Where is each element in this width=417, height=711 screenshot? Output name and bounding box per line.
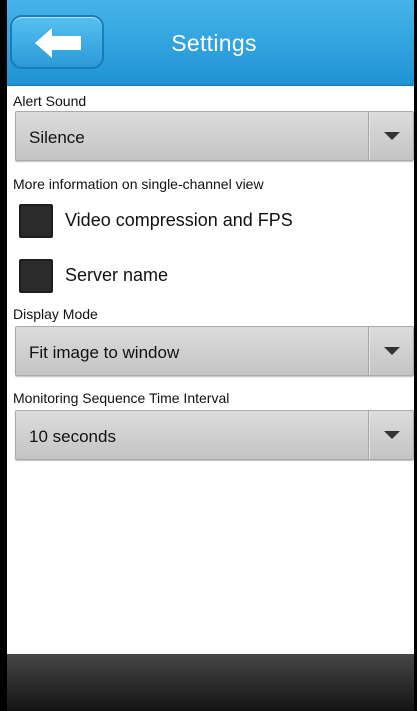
page-title: Settings (171, 30, 257, 56)
video-compression-fps-label: Video compression and FPS (65, 210, 293, 230)
monitoring-interval-label: Monitoring Sequence Time Interval (13, 390, 230, 406)
server-name-label: Server name (65, 265, 169, 285)
dropdown-divider (368, 327, 369, 375)
monitoring-interval-dropdown[interactable]: 10 seconds (15, 410, 414, 460)
server-name-option[interactable]: Server name (19, 259, 399, 297)
server-name-checkbox[interactable] (19, 259, 53, 293)
video-compression-fps-option[interactable]: Video compression and FPS (19, 204, 399, 242)
alert-sound-value: Silence (29, 128, 85, 147)
chevron-down-icon (384, 132, 400, 140)
chevron-down-icon (384, 347, 400, 355)
dropdown-divider (368, 112, 369, 160)
more-info-label: More information on single-channel view (13, 176, 264, 192)
bottom-bar (7, 654, 414, 711)
monitoring-interval-value: 10 seconds (29, 427, 116, 446)
alert-sound-label: Alert Sound (13, 93, 87, 109)
display-mode-value: Fit image to window (29, 343, 180, 362)
dropdown-divider (368, 411, 369, 459)
video-compression-fps-checkbox[interactable] (19, 204, 53, 238)
settings-screen: Settings Alert Sound Silence More inform… (7, 0, 414, 711)
chevron-down-icon (384, 431, 400, 439)
display-mode-label: Display Mode (13, 306, 98, 322)
alert-sound-dropdown[interactable]: Silence (15, 111, 414, 161)
display-mode-dropdown[interactable]: Fit image to window (15, 326, 414, 376)
header-bar: Settings (7, 0, 414, 86)
